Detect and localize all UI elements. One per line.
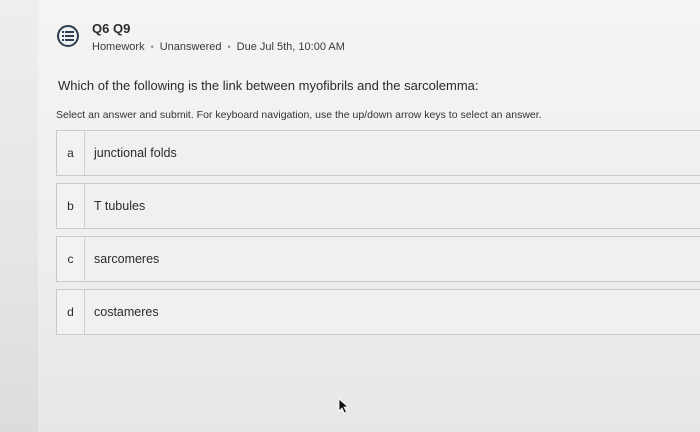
question-prompt: Which of the following is the link betwe… [58, 78, 479, 93]
answer-choice-b[interactable]: b T tubules [56, 183, 700, 229]
choice-letter: b [57, 184, 85, 228]
choice-label: costameres [94, 305, 159, 319]
answer-choice-d[interactable]: d costameres [56, 289, 700, 335]
choice-letter: a [57, 131, 85, 175]
page: Q6 Q9 Homework • Unanswered • Due Jul 5t… [0, 0, 700, 432]
mouse-pointer-icon [338, 398, 350, 414]
choice-label: sarcomeres [94, 252, 160, 266]
answer-choice-c[interactable]: c sarcomeres [56, 236, 700, 282]
answer-choice-a[interactable]: a junctional folds [56, 130, 700, 176]
due-date: Due Jul 5th, 10:00 AM [236, 41, 345, 53]
choice-letter: c [57, 237, 85, 281]
meta-separator: • [150, 42, 154, 52]
question-list-icon [57, 25, 79, 47]
answer-status: Unanswered [159, 41, 222, 53]
question-title: Q6 Q9 [92, 21, 131, 36]
answer-instructions: Select an answer and submit. For keyboar… [56, 109, 542, 121]
choice-label: T tubules [94, 199, 146, 213]
meta-separator: • [227, 42, 231, 52]
choice-letter: d [57, 290, 85, 334]
choice-label: junctional folds [94, 146, 177, 160]
assignment-type: Homework [92, 41, 145, 53]
question-meta: Homework • Unanswered • Due Jul 5th, 10:… [92, 41, 345, 53]
